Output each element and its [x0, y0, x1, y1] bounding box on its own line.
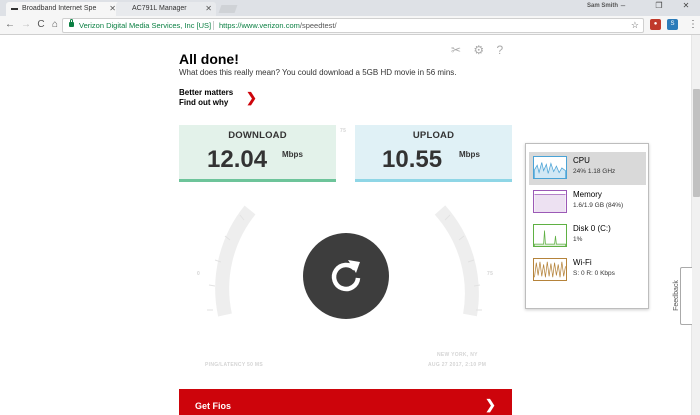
url-host: https://www.verizon.com	[219, 21, 300, 30]
upload-unit: Mbps	[459, 150, 480, 159]
refresh-icon	[331, 260, 361, 292]
test-datetime: AUG 27 2017, 2:10 PM	[428, 362, 487, 368]
page-title: All done!	[179, 51, 239, 67]
verizon-favicon-icon	[11, 8, 18, 10]
perf-item-label: CPU	[573, 156, 590, 165]
disk-graph-icon	[533, 224, 567, 247]
perf-item-label: Disk 0 (C:)	[573, 224, 611, 233]
extension-icon[interactable]: ●	[650, 19, 661, 30]
home-button[interactable]: ⌂	[49, 19, 61, 31]
browser-menu-icon[interactable]: ⋮	[688, 19, 698, 31]
tools-icon[interactable]: ✂	[451, 43, 461, 57]
get-fios-banner[interactable]: Get Fios ❯	[179, 389, 512, 415]
find-out-why-line: Find out why	[179, 98, 229, 107]
close-tab-icon[interactable]: ✕	[109, 2, 116, 16]
url-divider	[213, 21, 214, 30]
site-identity[interactable]: Verizon Digital Media Services, Inc [US]	[79, 19, 211, 32]
upload-result: UPLOAD 10.55 Mbps	[355, 125, 512, 182]
feedback-tab[interactable]: Feedback	[673, 267, 692, 325]
memory-graph-icon	[533, 190, 567, 213]
perf-item-wifi[interactable]: Wi-Fi S: 0 R: 0 Kbps	[529, 254, 646, 287]
download-unit: Mbps	[282, 150, 303, 159]
settings-icon[interactable]: ⚙	[473, 43, 484, 57]
better-matters-line: Better matters	[179, 88, 234, 97]
get-fios-label: Get Fios	[195, 401, 232, 411]
browser-toolbar: ← → C ⌂ Verizon Digital Media Services, …	[0, 16, 700, 35]
restart-test-button[interactable]	[303, 233, 389, 319]
restore-button[interactable]: ❐	[648, 1, 670, 10]
address-bar[interactable]: Verizon Digital Media Services, Inc [US]…	[62, 18, 644, 33]
gauge-max-label: 75	[487, 271, 494, 277]
page-scrollbar[interactable]	[691, 35, 700, 415]
perf-item-value: S: 0 R: 0 Kbps	[573, 270, 615, 277]
close-window-button[interactable]: ✕	[675, 1, 697, 10]
result-description: What does this really mean? You could do…	[179, 68, 457, 77]
tab-title: Broadband Internet Spe	[22, 5, 97, 12]
perf-item-cpu[interactable]: CPU 24% 1.18 GHz	[529, 152, 646, 185]
forward-button[interactable]: →	[20, 19, 32, 31]
tab-speedtest[interactable]: Broadband Internet Spe ✕	[6, 2, 120, 16]
reload-button[interactable]: C	[35, 19, 47, 31]
tab-ac791l-manager[interactable]: AC791L Manager ✕	[116, 2, 216, 16]
cpu-graph-icon	[533, 156, 567, 179]
better-matters-link[interactable]: Better matters Find out why	[179, 88, 233, 108]
upload-value: 10.55	[382, 146, 443, 173]
back-button[interactable]: ←	[4, 19, 16, 31]
tab-strip: Broadband Internet Spe ✕ AC791L Manager …	[0, 0, 700, 16]
perf-item-value: 1%	[573, 236, 583, 243]
close-tab-icon[interactable]: ✕	[205, 2, 212, 16]
url-path: /speedtest/	[299, 21, 337, 30]
perf-item-memory[interactable]: Memory 1.6/1.9 GB (84%)	[529, 186, 646, 219]
performance-panel: CPU 24% 1.18 GHz Memory 1.6/1.9 GB (84%)…	[525, 143, 649, 309]
page-tools: ✂ ⚙ ?	[451, 43, 512, 57]
tab-title: AC791L Manager	[132, 5, 187, 12]
perf-item-value: 24% 1.18 GHz	[573, 168, 616, 175]
perf-item-label: Wi-Fi	[573, 258, 592, 267]
extension-icon[interactable]: S	[667, 19, 678, 30]
download-result: DOWNLOAD 12.04 Mbps	[179, 125, 336, 182]
perf-item-disk[interactable]: Disk 0 (C:) 1%	[529, 220, 646, 253]
perf-item-label: Memory	[573, 190, 602, 199]
chevron-right-icon[interactable]: ❯	[246, 90, 257, 106]
ping-latency: PING/LATENCY 50 MS	[205, 362, 264, 368]
new-tab-button[interactable]	[218, 5, 238, 13]
perf-item-value: 1.6/1.9 GB (84%)	[573, 202, 624, 209]
bookmark-star-icon[interactable]: ☆	[631, 19, 639, 32]
upload-label: UPLOAD	[412, 130, 455, 141]
minimize-button[interactable]: –	[612, 1, 634, 10]
lock-icon	[69, 19, 74, 27]
download-label: DOWNLOAD	[228, 130, 287, 141]
gauge-min-label: 0	[197, 271, 201, 277]
feedback-label: Feedback	[672, 280, 680, 311]
gauge-top-label: 75	[340, 128, 347, 134]
wifi-graph-icon	[533, 258, 567, 281]
help-icon[interactable]: ?	[497, 43, 504, 57]
url-text[interactable]: https://www.verizon.com/speedtest/	[219, 19, 337, 32]
download-value: 12.04	[207, 146, 268, 173]
chevron-right-icon: ❯	[485, 397, 496, 412]
scrollbar-thumb[interactable]	[693, 89, 700, 197]
test-location: NEW YORK, NY	[437, 352, 478, 358]
